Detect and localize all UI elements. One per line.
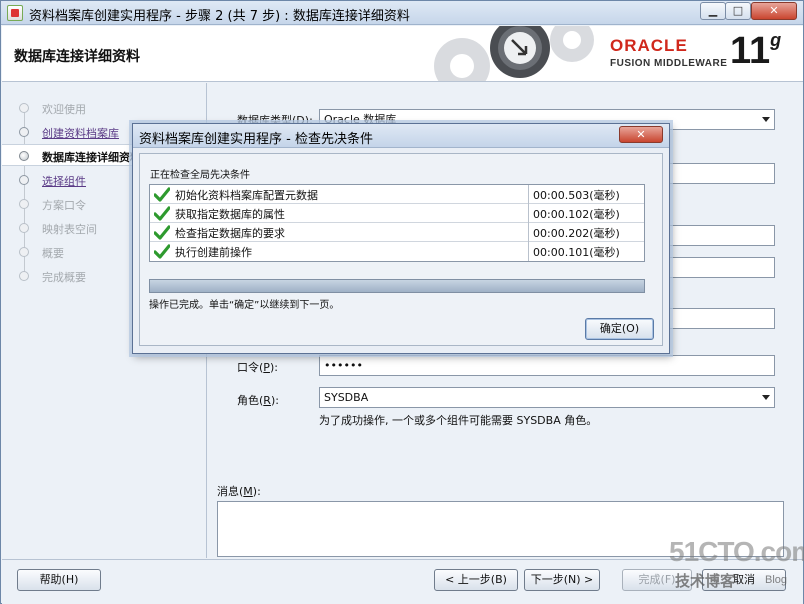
- step-label: 创建资料档案库: [42, 127, 119, 140]
- column-divider: [528, 223, 529, 242]
- check-table: 初始化资料档案库配置元数据 00:00.503(毫秒) 获取指定数据库的属性 0…: [149, 184, 645, 262]
- dialog-close-button[interactable]: ✕: [619, 126, 663, 143]
- oracle-logo: ORACLE FUSION MIDDLEWARE: [610, 36, 727, 69]
- role-label: 角色(R):: [237, 394, 279, 407]
- check-icon: [154, 206, 170, 221]
- watermark-site: 51CTO.com: [669, 536, 804, 567]
- step-label: 映射表空间: [42, 223, 97, 236]
- table-row: 检查指定数据库的要求 00:00.202(毫秒): [150, 223, 644, 242]
- chevron-down-icon: [762, 395, 770, 400]
- window-title: 资料档案库创建实用程序 - 步骤 2 (共 7 步) : 数据库连接详细资料: [29, 9, 410, 24]
- oracle-brand-sub: FUSION MIDDLEWARE: [610, 58, 728, 69]
- version-number: 11: [730, 30, 771, 72]
- step-label: 方案口令: [42, 199, 86, 212]
- step-label: 选择组件: [42, 175, 86, 188]
- status-text: 操作已完成。单击“确定”以继续到下一页。: [149, 300, 340, 311]
- next-button[interactable]: 下一步(N) >: [524, 569, 600, 591]
- check-name: 初始化资料档案库配置元数据: [175, 189, 318, 202]
- check-time: 00:00.503(毫秒): [533, 189, 620, 202]
- check-name: 执行创建前操作: [175, 246, 252, 259]
- password-field[interactable]: ••••••: [319, 355, 775, 376]
- close-button[interactable]: ✕: [751, 2, 797, 20]
- dialog-title: 资料档案库创建实用程序 - 检查先决条件: [139, 132, 373, 147]
- maximize-button[interactable]: □: [725, 2, 751, 20]
- step-label: 数据库连接详细资料: [42, 151, 141, 164]
- step-label: 欢迎使用: [42, 103, 86, 116]
- step-dot: [19, 247, 29, 257]
- check-time: 00:00.101(毫秒): [533, 246, 620, 259]
- check-name: 检查指定数据库的要求: [175, 227, 285, 240]
- wizard-window: 资料档案库创建实用程序 - 步骤 2 (共 7 步) : 数据库连接详细资料 ▁…: [0, 0, 804, 604]
- app-icon: [7, 5, 23, 21]
- header-banner: 数据库连接详细资料 ORACLE FUSION MIDDLEWARE 11g: [2, 26, 803, 82]
- step-label: 完成概要: [42, 271, 86, 284]
- page-title: 数据库连接详细资料: [14, 49, 140, 65]
- role-value: SYSDBA: [324, 391, 369, 404]
- check-icon: [154, 187, 170, 202]
- back-button[interactable]: < 上一步(B): [434, 569, 518, 591]
- check-heading: 正在检查全局先决条件: [150, 170, 250, 181]
- watermark-line: 技术博客: [675, 573, 736, 590]
- check-time: 00:00.202(毫秒): [533, 227, 620, 240]
- column-divider: [528, 185, 529, 204]
- check-name: 获取指定数据库的属性: [175, 208, 285, 221]
- step-dot: [19, 127, 29, 137]
- column-divider: [528, 204, 529, 223]
- step-dot: [19, 271, 29, 281]
- watermark: 51CTO.com 技术博客 Blog: [669, 536, 804, 590]
- step-dot: [19, 199, 29, 209]
- table-row: 执行创建前操作 00:00.101(毫秒): [150, 242, 644, 261]
- help-button[interactable]: 帮助(H): [17, 569, 101, 591]
- gears-graphic: [434, 26, 594, 81]
- dialog-body: 正在检查全局先决条件 初始化资料档案库配置元数据 00:00.503(毫秒) 获…: [139, 153, 663, 346]
- password-value: ••••••: [324, 359, 363, 372]
- table-row: 获取指定数据库的属性 00:00.102(毫秒): [150, 204, 644, 223]
- step-dot: [19, 151, 29, 161]
- progress-bar: [149, 279, 645, 293]
- table-row: 初始化资料档案库配置元数据 00:00.503(毫秒): [150, 185, 644, 204]
- step-label: 概要: [42, 247, 64, 260]
- role-hint: 为了成功操作, 一个或多个组件可能需要 SYSDBA 角色。: [319, 414, 598, 427]
- dialog-title-bar: 资料档案库创建实用程序 - 检查先决条件 ✕: [133, 124, 669, 148]
- version-logo: 11g: [730, 30, 781, 73]
- progress-fill: [150, 280, 644, 292]
- ok-button[interactable]: 确定(O): [585, 318, 654, 340]
- version-suffix: g: [770, 30, 782, 50]
- check-icon: [154, 244, 170, 259]
- check-icon: [154, 225, 170, 240]
- chevron-down-icon: [762, 117, 770, 122]
- step-welcome: 欢迎使用: [2, 97, 207, 119]
- message-label: 消息(M):: [217, 485, 261, 498]
- watermark-blog: Blog: [765, 574, 788, 586]
- minimize-button[interactable]: ▁: [700, 2, 726, 20]
- oracle-brand: ORACLE: [610, 36, 688, 55]
- step-dot: [19, 175, 29, 185]
- title-bar: 资料档案库创建实用程序 - 步骤 2 (共 7 步) : 数据库连接详细资料 ▁…: [1, 1, 803, 25]
- check-time: 00:00.102(毫秒): [533, 208, 620, 221]
- column-divider: [528, 242, 529, 261]
- password-label: 口令(P):: [237, 361, 278, 374]
- step-dot: [19, 223, 29, 233]
- step-dot: [19, 103, 29, 113]
- prerequisite-dialog: 资料档案库创建实用程序 - 检查先决条件 ✕ 正在检查全局先决条件 初始化资料档…: [132, 123, 670, 354]
- role-select[interactable]: SYSDBA: [319, 387, 775, 408]
